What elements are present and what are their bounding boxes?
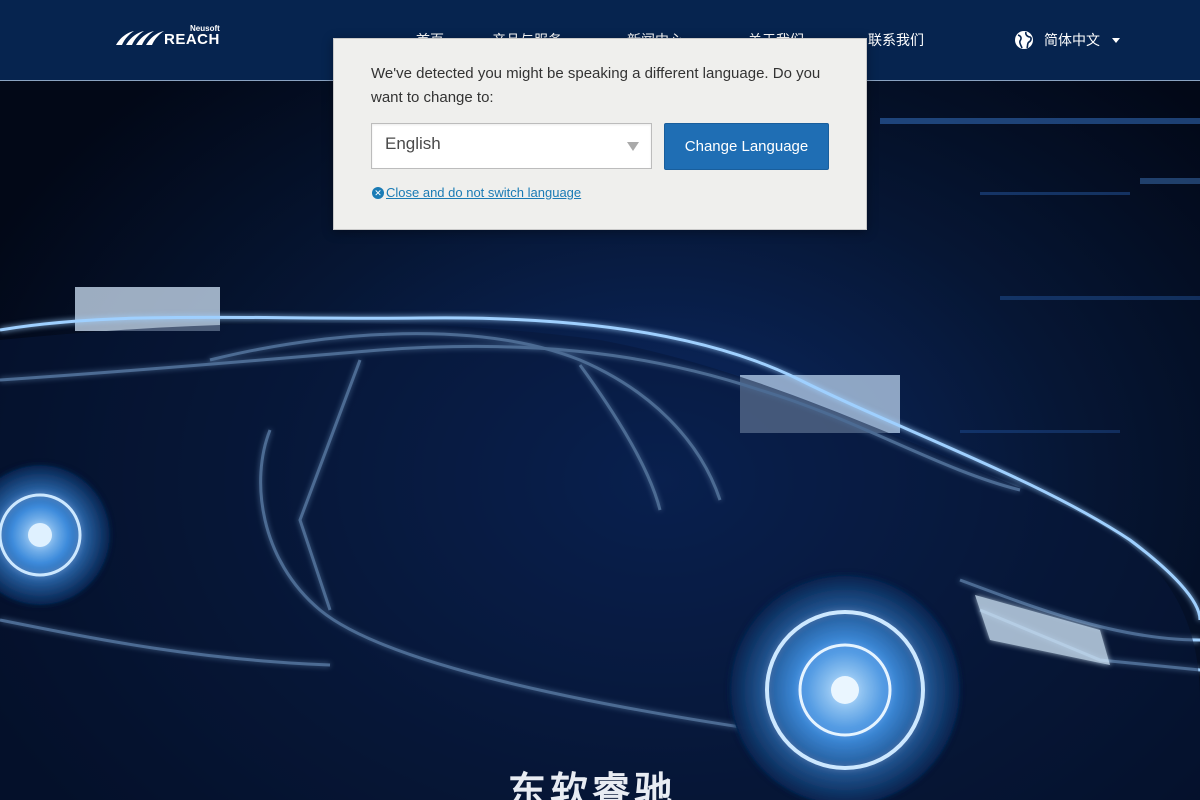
change-language-button[interactable]: Change Language	[664, 123, 829, 170]
language-switcher[interactable]: 简体中文	[1014, 29, 1120, 51]
language-suggestion-dialog: We've detected you might be speaking a d…	[333, 38, 867, 230]
company-logo[interactable]: Neusoft REACH	[114, 24, 224, 50]
nav-item-contact[interactable]: 联系我们	[868, 30, 924, 50]
close-circle-icon: ✕	[372, 186, 384, 199]
logo-text: REACH	[164, 31, 220, 48]
language-select-value: English	[385, 134, 441, 153]
dropdown-arrow-icon	[627, 142, 639, 151]
caret-down-icon	[1112, 37, 1120, 43]
logo-stripes-icon	[116, 31, 164, 45]
close-dialog-label: Close and do not switch language	[386, 185, 582, 200]
language-label: 简体中文	[1044, 32, 1100, 48]
close-dialog-link[interactable]: ✕ Close and do not switch language	[372, 185, 581, 200]
globe-icon	[1015, 31, 1033, 49]
language-select[interactable]: English	[371, 123, 652, 169]
hero-title: 东软睿驰	[508, 771, 677, 800]
dialog-message: We've detected you might be speaking a d…	[371, 65, 821, 106]
